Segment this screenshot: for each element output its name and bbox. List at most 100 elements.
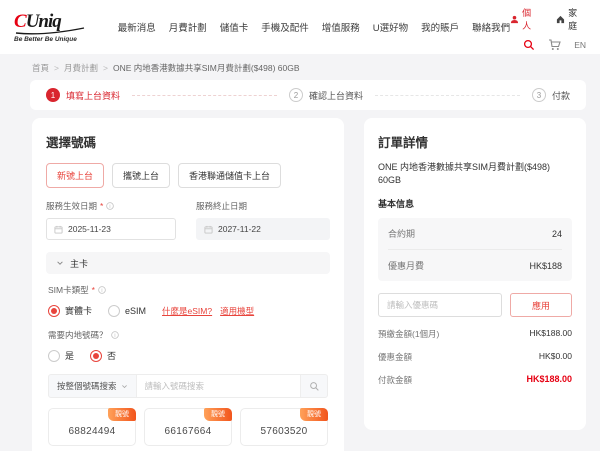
page: CUniq Be Better Be Unique 最新消息 月費計劃 儲值卡 … <box>0 0 600 451</box>
basic-info-label: 基本信息 <box>378 197 572 210</box>
breadcrumb-home[interactable]: 首頁 <box>32 62 49 74</box>
info-icon[interactable]: i <box>111 331 119 339</box>
nav-item-contact[interactable]: 聯絡我們 <box>472 20 510 34</box>
required-asterisk: * <box>100 201 103 211</box>
payment-amount-value: HK$188.00 <box>526 374 572 386</box>
nav-item-ushop[interactable]: U選好物 <box>373 20 408 34</box>
discount-amount-row: 優惠金額 HK$0.00 <box>378 351 572 363</box>
end-date-label: 服務終止日期 <box>196 200 330 212</box>
breadcrumb: 首頁 > 月費計劃 > ONE 内地香港數據共享SIM月費計劃($498) 60… <box>0 54 600 80</box>
phone-number-grid: 靚號 68824494 靚號 66167664 靚號 57603520 靚號 <box>48 408 328 451</box>
step-1-label: 填寫上台資料 <box>66 89 120 102</box>
personal-label: 個人 <box>522 6 540 32</box>
radio-mainland-yes[interactable]: 是 <box>48 349 74 362</box>
end-date-value: 2027-11-22 <box>218 224 261 234</box>
personal-account-link[interactable]: 個人 <box>510 6 540 32</box>
nav-item-vas[interactable]: 增值服務 <box>322 20 360 34</box>
discount-amount-value: HK$0.00 <box>539 351 572 363</box>
radio-mainland-no[interactable]: 否 <box>90 349 116 362</box>
mainland-number-options: 是 否 <box>48 349 328 362</box>
family-account-link[interactable]: 家庭 <box>556 6 586 32</box>
radio-physical-sim[interactable]: 實體卡 <box>48 304 92 317</box>
radio-mainland-yes-label: 是 <box>65 349 74 362</box>
info-icon[interactable]: i <box>106 202 114 210</box>
steps-bar: 1 填寫上台資料 2 確認上台資料 3 付款 <box>30 80 586 110</box>
apply-coupon-button[interactable]: 應用 <box>510 293 572 317</box>
service-dates-row: 服務生效日期 * i 2025-11-23 服務終止日期 2 <box>46 200 330 240</box>
number-search-bar: 按整個號碼搜索 <box>48 374 328 398</box>
step-connector <box>375 95 520 96</box>
contract-period-value: 24 <box>552 229 562 239</box>
header-right: 個人 家庭 EN <box>510 3 586 51</box>
svg-text:i: i <box>110 204 111 210</box>
info-icon[interactable]: i <box>98 286 106 294</box>
signup-type-tabs: 新號上台 攜號上台 香港聯通儲值卡上台 <box>46 163 330 188</box>
end-date-label-text: 服務終止日期 <box>196 200 247 212</box>
phone-number: 66167664 <box>165 426 212 437</box>
step-connector <box>132 95 277 96</box>
top-header: CUniq Be Better Be Unique 最新消息 月費計劃 儲值卡 … <box>0 0 600 54</box>
cart-icon[interactable] <box>548 39 561 51</box>
search-icon[interactable] <box>523 39 535 51</box>
main-nav: 最新消息 月費計劃 儲值卡 手機及配件 增值服務 U選好物 我的賬戶 聯絡我們 <box>118 20 510 34</box>
radio-esim-label: eSIM <box>125 306 146 316</box>
calendar-icon <box>54 225 63 234</box>
radio-mainland-yes-control <box>48 350 60 362</box>
prepaid-amount-label: 預繳金額(1個月) <box>378 328 439 340</box>
radio-esim[interactable]: eSIM <box>108 305 146 317</box>
primary-card-body: SIM卡類型 * i 實體卡 eSIM 什麼是eSIM? <box>46 274 330 451</box>
family-label: 家庭 <box>568 6 586 32</box>
supported-models-link[interactable]: 適用機型 <box>220 305 254 317</box>
logo-rest: Uniq <box>26 11 61 32</box>
sim-type-label: SIM卡類型 * i <box>48 284 328 296</box>
nav-item-news[interactable]: 最新消息 <box>118 20 156 34</box>
number-search-input[interactable] <box>136 375 301 397</box>
monthly-fee-value: HK$188 <box>529 261 562 271</box>
nav-item-monthly-plans[interactable]: 月費計劃 <box>169 20 207 34</box>
coupon-row: 應用 <box>378 293 572 317</box>
monthly-fee-label: 優惠月費 <box>388 259 424 272</box>
end-date-field: 服務終止日期 2027-11-22 <box>196 200 330 240</box>
nav-item-my-account[interactable]: 我的賬戶 <box>421 20 459 34</box>
order-details-title: 訂單詳情 <box>378 132 572 151</box>
order-details-panel: 訂單詳情 ONE 内地香港數據共享SIM月費計劃($498) 60GB 基本信息… <box>364 118 586 430</box>
calendar-icon <box>204 225 213 234</box>
effective-date-input[interactable]: 2025-11-23 <box>46 218 176 240</box>
coupon-code-input[interactable] <box>378 293 502 317</box>
utility-row: EN <box>523 39 586 51</box>
phone-number-option[interactable]: 靚號 68824494 <box>48 408 136 446</box>
step-3-payment: 3 付款 <box>532 88 570 102</box>
search-mode-select[interactable]: 按整個號碼搜索 <box>49 375 136 397</box>
search-submit-icon[interactable] <box>301 375 327 397</box>
phone-number: 57603520 <box>261 426 308 437</box>
step-2-confirm-info: 2 確認上台資料 <box>289 88 363 102</box>
tab-port-in[interactable]: 攜號上台 <box>112 163 170 188</box>
phone-number: 68824494 <box>69 426 116 437</box>
panel-title-choose-number: 選擇號碼 <box>46 132 330 151</box>
breadcrumb-monthly-plans[interactable]: 月費計劃 <box>64 62 98 74</box>
main-content: 選擇號碼 新號上台 攜號上台 香港聯通儲值卡上台 服務生效日期 * i 2025… <box>32 118 600 451</box>
language-toggle[interactable]: EN <box>574 40 586 50</box>
primary-card-section: 主卡 SIM卡類型 * i 實體卡 <box>46 252 330 451</box>
prepaid-amount-value: HK$188.00 <box>529 328 572 340</box>
discount-amount-label: 優惠金額 <box>378 351 412 363</box>
radio-mainland-no-control <box>90 350 102 362</box>
phone-number-option[interactable]: 靚號 57603520 <box>240 408 328 446</box>
step-3-number: 3 <box>532 88 546 102</box>
phone-number-option[interactable]: 靚號 66167664 <box>144 408 232 446</box>
contract-period-row: 合約期 24 <box>388 218 562 249</box>
nav-item-prepaid[interactable]: 儲值卡 <box>220 20 249 34</box>
brand-logo[interactable]: CUniq Be Better Be Unique <box>14 11 112 43</box>
primary-card-header[interactable]: 主卡 <box>46 252 330 274</box>
effective-date-field: 服務生效日期 * i 2025-11-23 <box>46 200 176 240</box>
tab-new-number[interactable]: 新號上台 <box>46 163 104 188</box>
tab-hk-unicom-prepaid[interactable]: 香港聯通儲值卡上台 <box>178 163 281 188</box>
chevron-down-icon <box>121 383 128 390</box>
search-mode-label: 按整個號碼搜索 <box>57 380 117 392</box>
what-is-esim-link[interactable]: 什麼是eSIM? <box>162 305 212 317</box>
breadcrumb-separator: > <box>103 63 108 73</box>
nav-item-phones-accessories[interactable]: 手機及配件 <box>261 20 309 34</box>
account-row: 個人 家庭 <box>510 6 586 32</box>
svg-text:i: i <box>101 288 102 294</box>
home-icon <box>556 15 565 24</box>
